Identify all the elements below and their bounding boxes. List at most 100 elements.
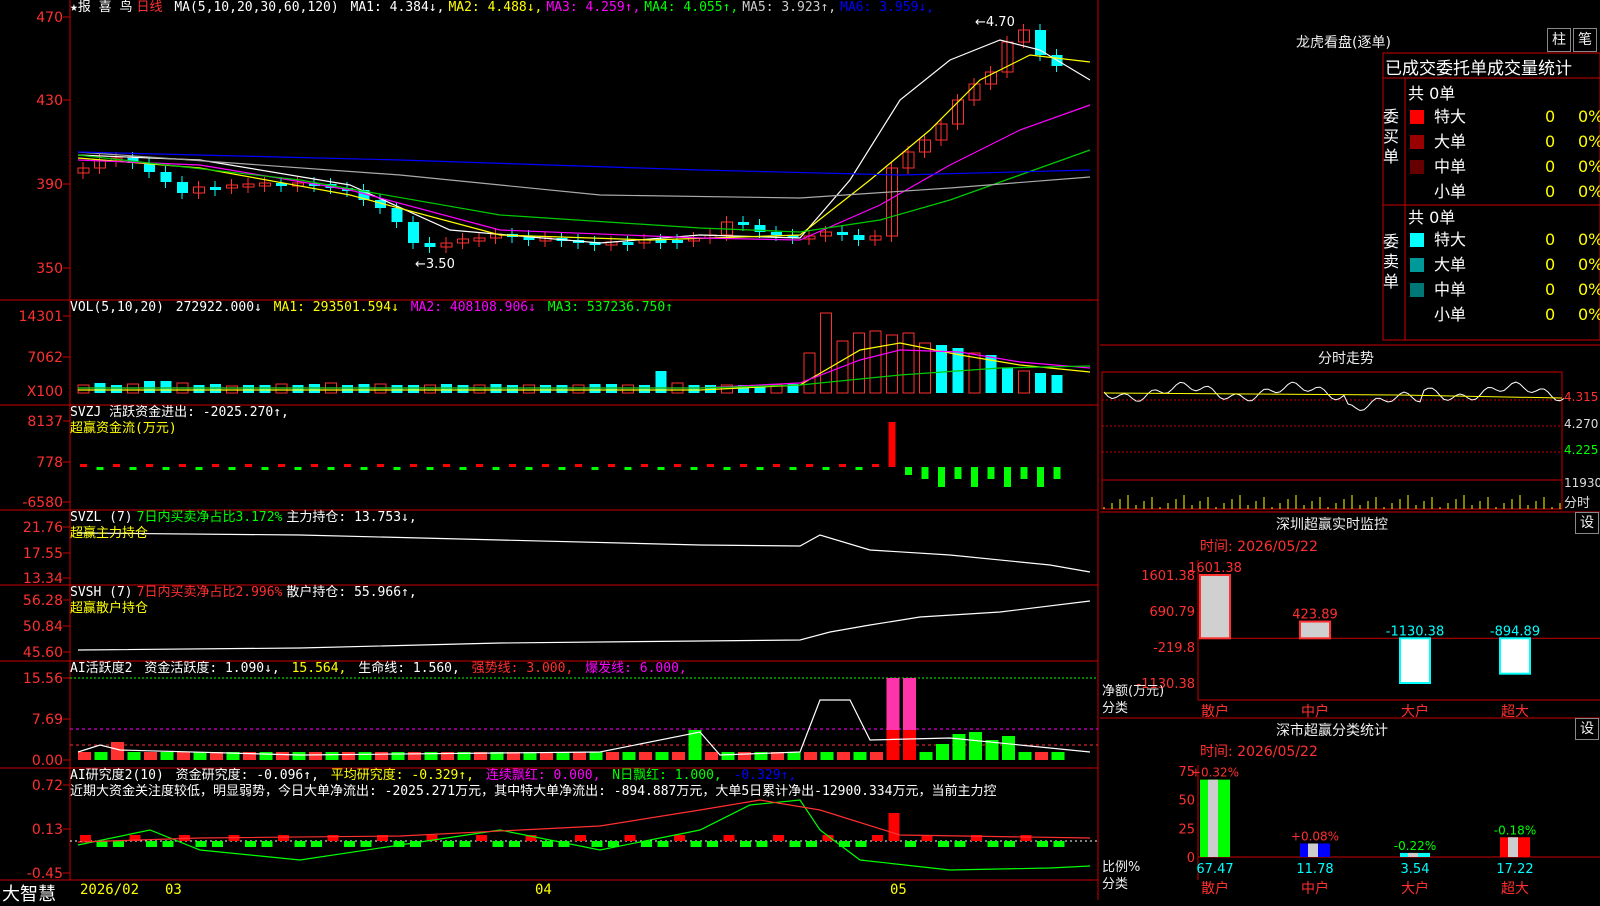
volume-bar — [259, 385, 271, 393]
ai-research-tick: 0.13 — [32, 822, 63, 838]
buy-name: 小单 — [1434, 182, 1467, 201]
sz-class-value-label: 11.78 — [1296, 862, 1333, 877]
ai-active-bar — [160, 752, 174, 760]
sz-monitor-tick: 1601.38 — [1141, 569, 1195, 584]
ai-active-bar — [556, 752, 570, 760]
svsh-tick: 56.28 — [23, 593, 63, 609]
svsh-sub: 超赢散户持仓 — [70, 601, 149, 616]
candle-body — [391, 208, 403, 222]
ai-research-bar — [690, 841, 702, 847]
sz-monitor-value-label: 1601.38 — [1188, 561, 1242, 576]
svzj-bar — [806, 464, 813, 467]
sell-pct: 0% — [1578, 280, 1600, 299]
ai-research-bar — [278, 835, 289, 841]
svzj-bar — [707, 464, 714, 467]
sell-color-swatch — [1410, 283, 1424, 297]
vol-tick: 7062 — [27, 350, 63, 366]
date-tick-2: 03 — [165, 882, 182, 898]
buy-color-swatch — [1410, 110, 1424, 124]
sz-monitor-settings-button[interactable]: 设 — [1575, 512, 1599, 534]
volume-bar — [622, 384, 634, 394]
ai-active-v5: 爆发线: 6.000, — [585, 661, 687, 676]
lhb-tick-button[interactable]: 笔 — [1573, 28, 1597, 52]
sell-color-swatch — [1410, 258, 1424, 272]
candle-body — [177, 182, 188, 193]
volume-bar — [1018, 370, 1030, 394]
ai-active-bar — [1002, 736, 1015, 760]
volume-bar — [803, 352, 816, 394]
ai-research-header: AI研究度2(10) 资金研究度: -0.096↑, 平均研究度: -0.329… — [70, 768, 1100, 800]
sz-monitor-value-label: 423.89 — [1292, 608, 1338, 623]
ai-research-bar — [1053, 841, 1065, 847]
svzj-bar — [311, 464, 318, 467]
sell-color-swatch — [1410, 233, 1424, 247]
sell-count: 0 — [1545, 305, 1556, 324]
sz-class-settings-button[interactable]: 设 — [1575, 718, 1599, 740]
svzl-sub: 超赢主力持仓 — [70, 526, 149, 541]
volume-bar — [507, 385, 518, 393]
volume-bar — [77, 384, 90, 394]
svzj-bar — [723, 467, 731, 470]
intraday-tick-3: 4.225 — [1564, 443, 1599, 457]
period-label: 日线 — [136, 0, 163, 15]
ai-research-bar — [80, 835, 91, 841]
svsh-name: SVSH (7) — [70, 585, 133, 600]
ai-research-note: 近期大资金关注度较低，明显弱势，今日大单净流出: -2025.271万元，其中特… — [70, 784, 997, 799]
ai-research-bar — [740, 841, 751, 847]
svzj-bar — [261, 467, 269, 470]
svzj-bar — [773, 464, 780, 467]
lhb-title: 龙虎看盘(逐单) — [1296, 35, 1391, 51]
ai-research-v5: -0.329↑, — [733, 768, 797, 783]
date-tick-4: 05 — [890, 882, 907, 898]
ai-active-bar — [820, 752, 834, 760]
main-chart-area[interactable]: 470 430 390 350 14301 7062 X100 8137 778 -6580 21.… — [0, 0, 1100, 905]
svzj-bar — [756, 467, 764, 470]
ai-research-v1: 资金研究度: -0.096↑, — [175, 768, 319, 783]
ai-active-bar — [589, 752, 603, 760]
svzj-bar — [575, 464, 582, 467]
ai-research-bar — [311, 841, 322, 847]
svzj-bar — [872, 464, 879, 467]
ai-active-bar — [540, 752, 553, 760]
ai-active-bar — [94, 752, 108, 760]
date-axis-bar: 大智慧 2026/02 03 04 05 — [0, 880, 1100, 905]
ai-active-bar — [837, 752, 850, 760]
svsh-header: SVSH (7) 7日内买卖净占比2.996% 散户持仓: 55.966↑, 超赢散… — [70, 585, 421, 617]
svsh-tick: 50.84 — [23, 619, 63, 635]
buy-orders-label: 委买单 — [1383, 107, 1400, 166]
svzj-bar — [443, 464, 450, 467]
high-price-marker: ←4.70 — [975, 15, 1015, 30]
volume-bar — [523, 384, 535, 394]
buy-name: 大单 — [1434, 132, 1467, 151]
buy-pct: 0% — [1578, 107, 1600, 126]
ai-active-bar — [276, 752, 289, 760]
svzj-bar — [905, 467, 912, 475]
volume-bar — [820, 312, 832, 394]
indicator-panels[interactable]: 470 430 390 350 14301 7062 X100 8137 778 -6580 21.… — [0, 0, 1100, 900]
sz-monitor-bar — [1299, 620, 1331, 640]
volume-bar — [193, 385, 205, 393]
ai-research-bar — [806, 841, 817, 847]
svzj-bar — [162, 467, 170, 470]
lhb-bar-button[interactable]: 柱 — [1547, 28, 1571, 52]
date-tick-3: 04 — [535, 882, 552, 898]
intraday-box — [1101, 371, 1563, 510]
ai-research-bar — [443, 841, 454, 847]
svzl-header: SVZL (7) 7日内买卖净占比3.172% 主力持仓: 13.753↓, 超赢主… — [70, 510, 421, 542]
svzj-bar — [476, 464, 483, 467]
ai-research-bar — [492, 841, 504, 847]
svzj-bar — [839, 464, 846, 467]
svzj-bar — [195, 467, 203, 470]
volume-bar — [869, 330, 882, 394]
ai-research-bar — [476, 835, 487, 841]
svzj-bar — [657, 467, 665, 470]
svzj-bar — [96, 467, 104, 470]
svzj-bar — [938, 467, 945, 487]
svzj-bar — [377, 464, 384, 467]
ai-research-bar — [624, 835, 636, 841]
svzj-bar — [393, 467, 401, 470]
sell-color-swatch — [1410, 308, 1424, 322]
ai-active-bar — [705, 752, 718, 760]
vol-tick: 14301 — [18, 309, 63, 325]
ai-research-bar — [773, 835, 784, 841]
